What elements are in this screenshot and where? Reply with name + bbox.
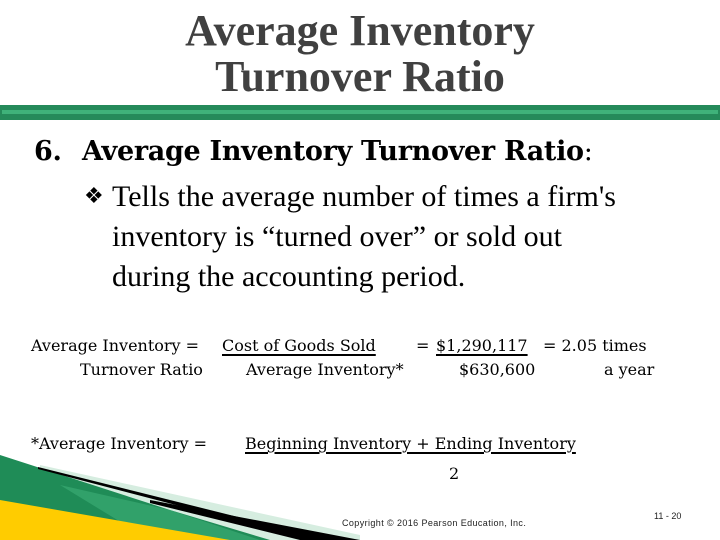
bullet-line-2: inventory is “turned over” or sold out — [112, 220, 562, 253]
slide-title: Average Inventory Turnover Ratio — [0, 8, 720, 100]
footer-copyright: Copyright © 2016 Pearson Education, Inc. — [342, 518, 527, 528]
diamond-bullet-icon: ❖ — [84, 183, 104, 208]
formula-equals: = — [416, 336, 430, 355]
formula-numerator: Cost of Goods Sold — [222, 336, 376, 355]
formula-result: = 2.05 times — [543, 336, 647, 355]
bullet-line-3: during the accounting period. — [112, 260, 466, 293]
formula-result-unit: a year — [604, 360, 655, 379]
formula-label-top: Average Inventory = — [31, 336, 200, 355]
slide-title-line-1: Average Inventory — [185, 6, 535, 55]
formula-value-numerator: $1,290,117 — [436, 336, 528, 355]
bullet-line-1: Tells the average number of times a firm… — [112, 180, 616, 213]
heading-colon: : — [583, 136, 593, 167]
title-divider — [0, 105, 720, 120]
formula-label-bottom: Turnover Ratio — [80, 360, 203, 379]
bullet-description: ❖ Tells the average number of times a fir… — [84, 176, 720, 297]
section-heading: 6. Average Inventory Turnover Ratio: — [34, 136, 593, 167]
slide-title-line-2: Turnover Ratio — [215, 52, 505, 101]
title-divider-highlight — [2, 110, 718, 114]
heading-text: Average Inventory Turnover Ratio — [82, 136, 584, 167]
formula-value-denominator: $630,600 — [459, 360, 536, 379]
formula-denominator: Average Inventory* — [246, 360, 404, 379]
slide-number: 11 - 20 — [654, 511, 682, 521]
heading-number: 6. — [34, 136, 62, 167]
